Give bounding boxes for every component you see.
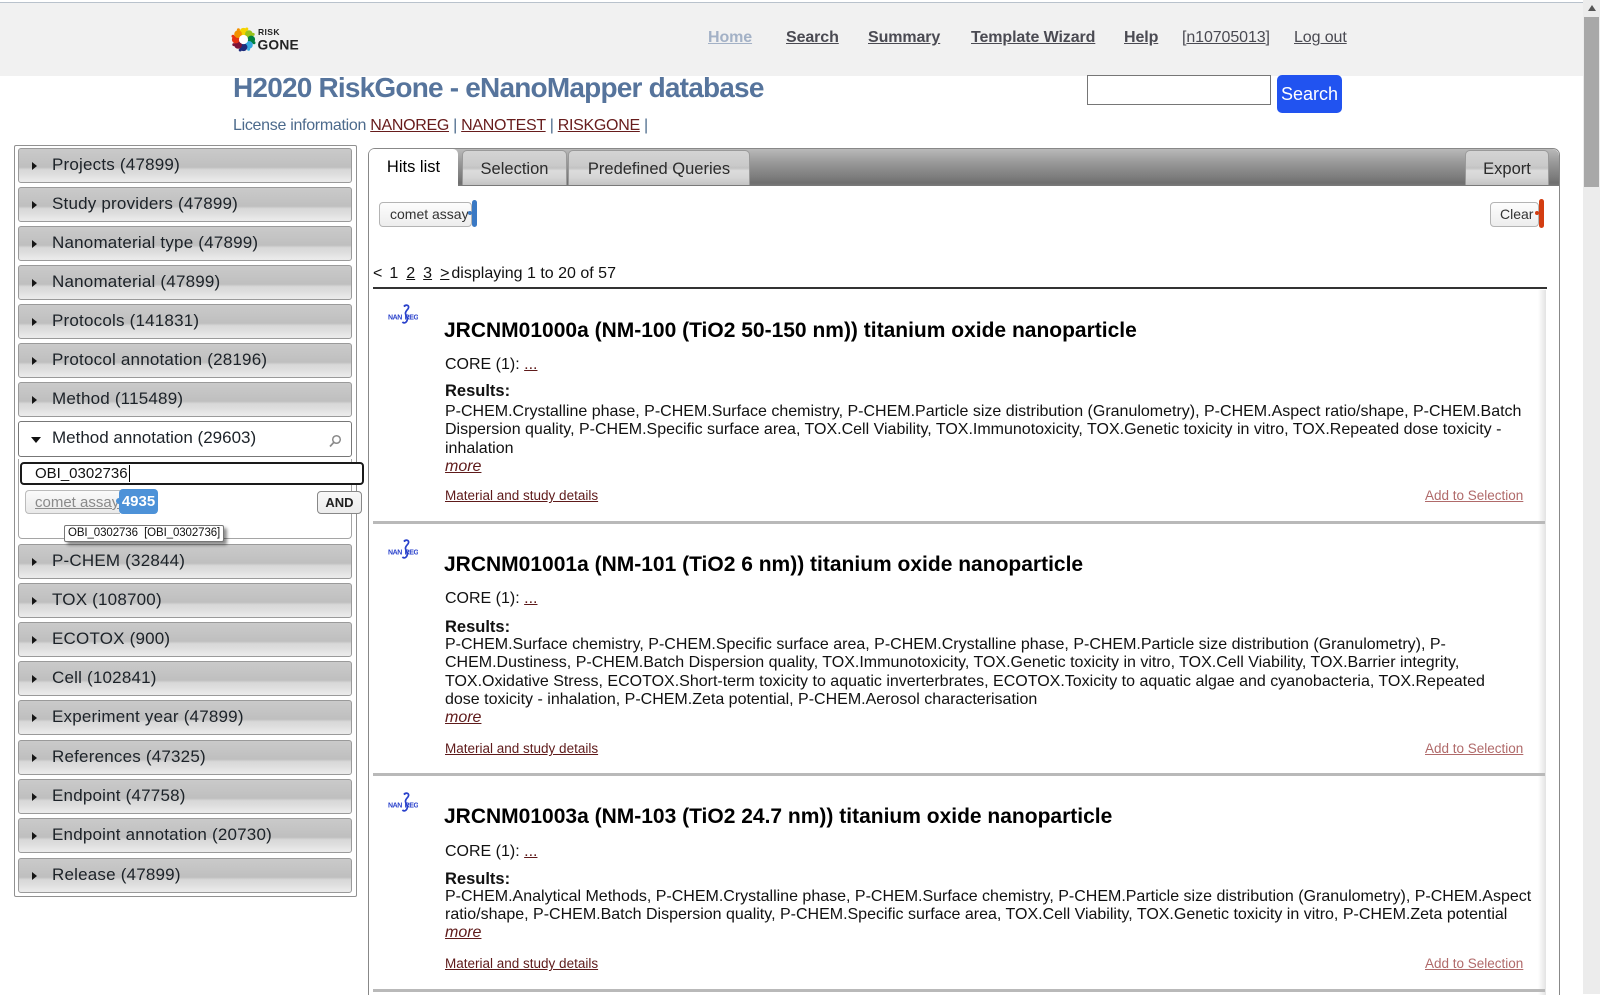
svg-text:NAN: NAN — [388, 315, 402, 322]
svg-text:NAN: NAN — [388, 550, 402, 557]
svg-text:RISK: RISK — [258, 27, 280, 37]
svg-text:GONE: GONE — [258, 37, 299, 52]
svg-text:NAN: NAN — [388, 803, 402, 810]
